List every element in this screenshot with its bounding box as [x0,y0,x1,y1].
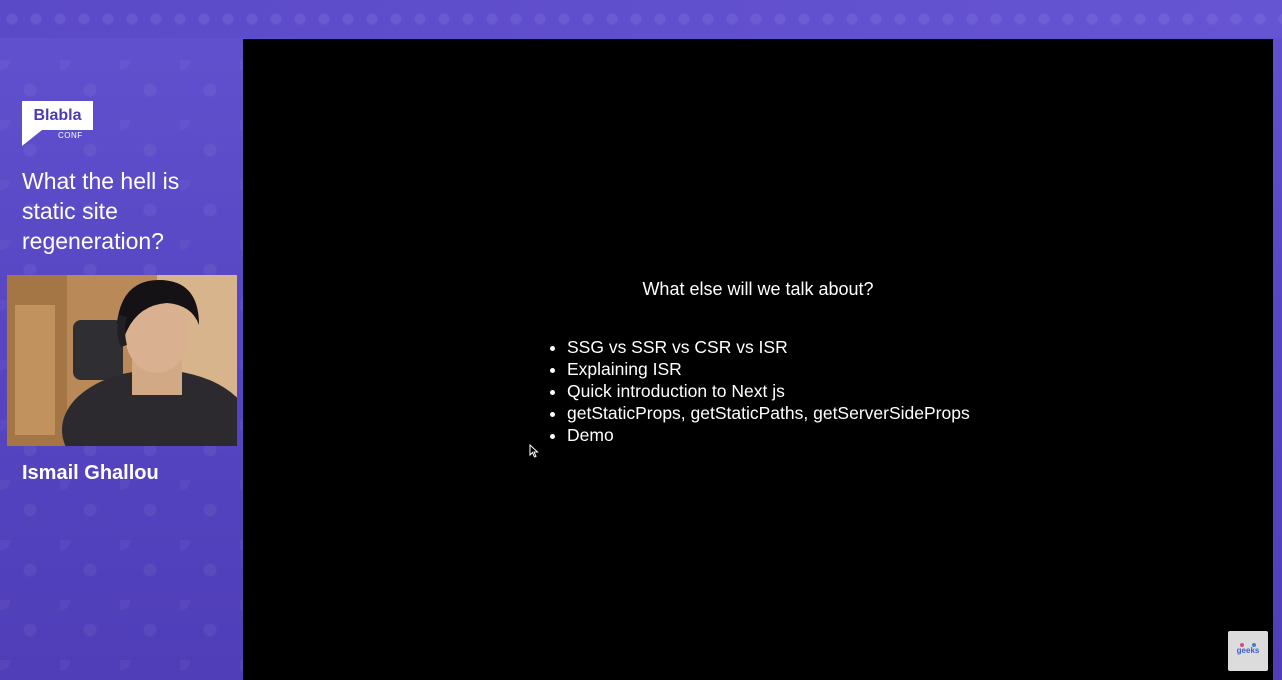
mouse-cursor-icon [529,443,539,458]
slide-bullet-list: SSG vs SSR vs CSR vs ISR Explaining ISR … [549,336,970,446]
talk-title: What the hell is static site regeneratio… [22,168,180,254]
geeks-logo: geeks [1228,631,1268,671]
geeks-logo-text: geeks [1236,646,1260,655]
logo-tail: CONF [22,130,93,146]
list-item: SSG vs SSR vs CSR vs ISR [567,336,970,358]
top-decorative-strip [0,0,1282,38]
list-item: Quick introduction to Next js [567,380,970,402]
speaker-webcam [7,275,237,446]
logo-name: Blabla [22,101,93,130]
list-item: getStaticProps, getStaticPaths, getServe… [567,402,970,424]
list-item: Demo [567,424,970,446]
slide-heading: What else will we talk about? [642,279,874,299]
logo-sub: CONF [58,131,83,140]
conference-logo: Blabla CONF [22,101,93,146]
speaker-name: Ismail Ghallou [22,462,159,484]
list-item: Explaining ISR [567,358,970,380]
presentation-slide: What else will we talk about? SSG vs SSR… [243,39,1273,680]
